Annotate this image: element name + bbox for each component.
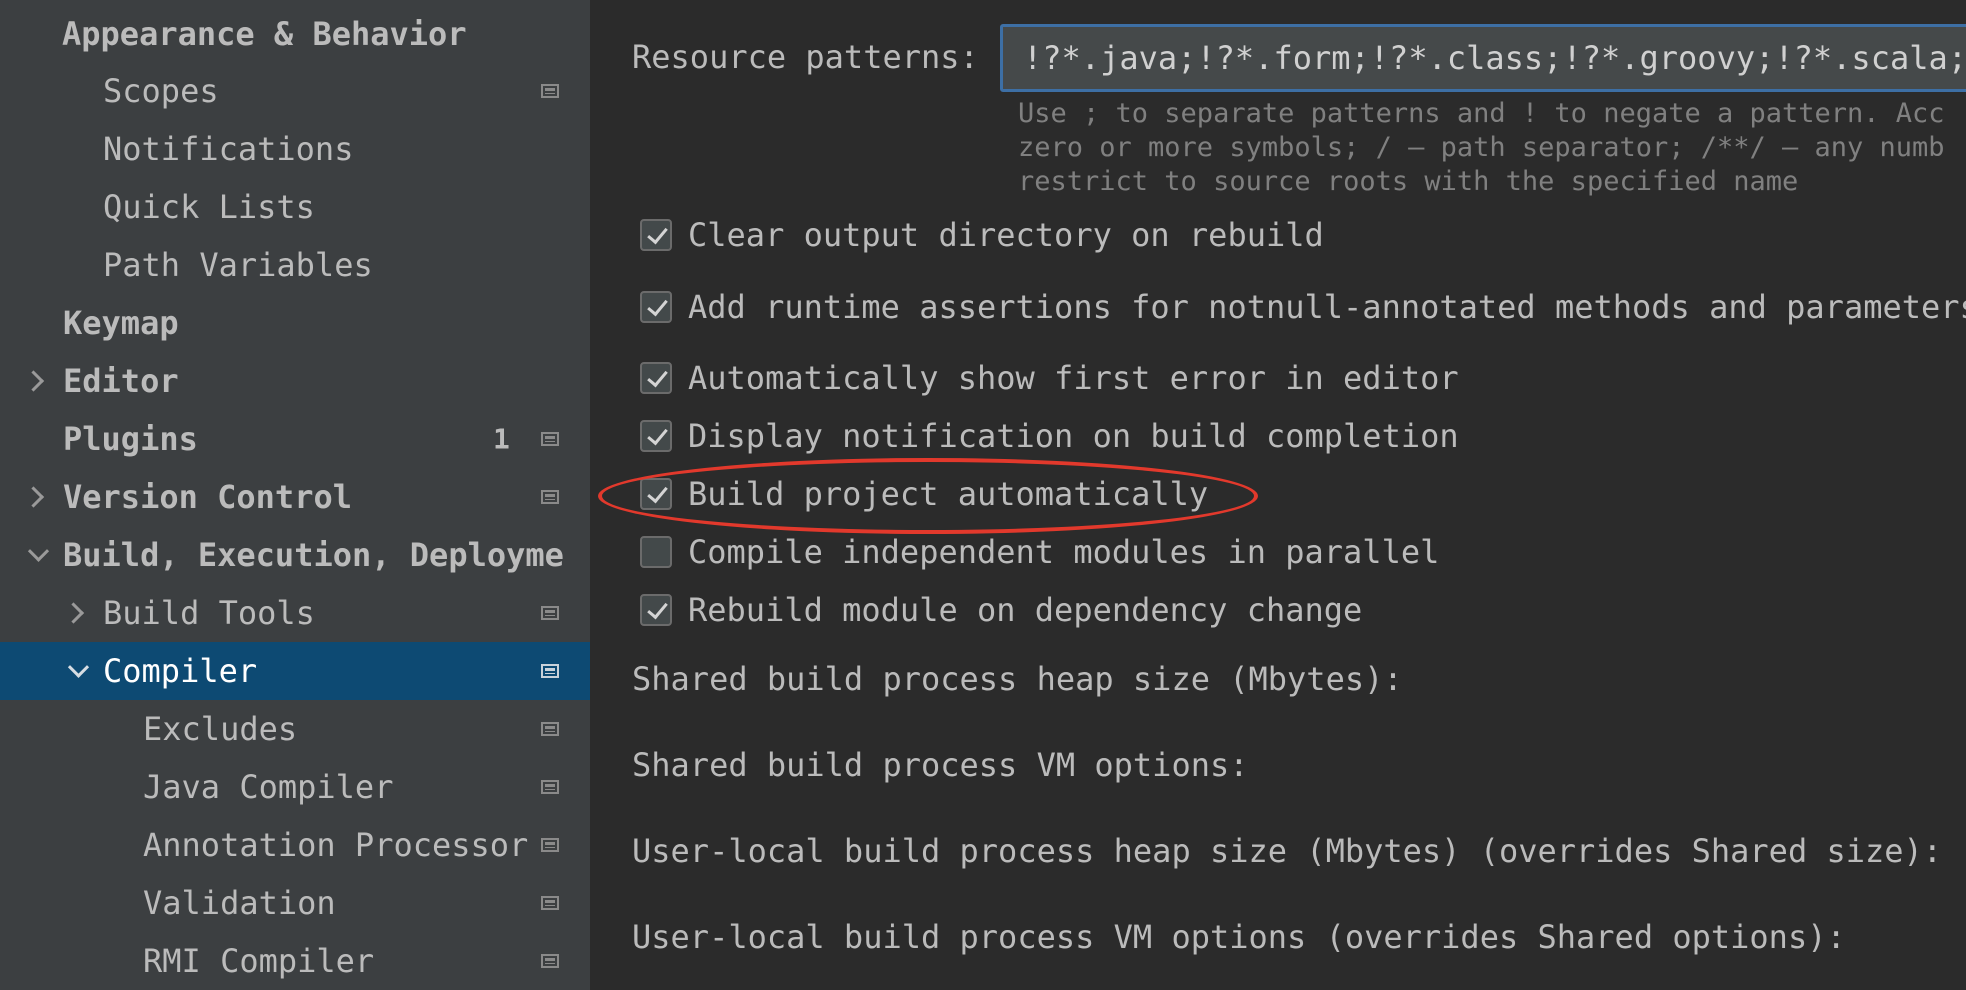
rebuild-on-dependency-change-checkbox[interactable] xyxy=(640,594,672,626)
show-first-error-option[interactable]: Automatically show first error in editor xyxy=(640,358,1459,398)
sidebar-item-build-tools[interactable]: Build Tools xyxy=(0,584,590,642)
sidebar-item-label: Build, Execution, Deployment xyxy=(63,536,565,574)
sidebar-item-label: Keymap xyxy=(63,304,179,342)
sidebar-item-appearance-behavior[interactable]: Appearance & Behavior xyxy=(0,5,590,63)
checkbox-label: Add runtime assertions for notnull-annot… xyxy=(688,288,1966,326)
plugins-update-count-badge: 1 xyxy=(493,422,510,456)
sidebar-item-editor[interactable]: Editor xyxy=(0,352,590,410)
sidebar-item-label: Path Variables xyxy=(103,246,373,284)
checkbox-label: Display notification on build completion xyxy=(688,417,1459,455)
settings-sidebar: Appearance & Behavior Scopes Notificatio… xyxy=(0,0,590,990)
sidebar-item-label: Notifications xyxy=(103,130,354,168)
sidebar-item-rmi-compiler[interactable]: RMI Compiler xyxy=(0,932,590,990)
runtime-assertions-checkbox[interactable] xyxy=(640,291,672,323)
build-completion-notification-option[interactable]: Display notification on build completion xyxy=(640,416,1459,456)
sidebar-item-quick-lists[interactable]: Quick Lists xyxy=(0,178,590,236)
chevron-down-icon[interactable] xyxy=(67,656,90,678)
sidebar-item-notifications[interactable]: Notifications xyxy=(0,120,590,178)
sidebar-item-label: Annotation Processors xyxy=(143,826,531,864)
checkbox-label: Build project automatically xyxy=(688,475,1209,513)
compile-in-parallel-option[interactable]: Compile independent modules in parallel xyxy=(640,532,1439,572)
project-level-icon xyxy=(541,490,559,504)
project-level-icon xyxy=(541,84,559,98)
project-level-icon xyxy=(541,722,559,736)
sidebar-item-label: Plugins xyxy=(63,420,198,458)
sidebar-item-label: Compiler xyxy=(103,652,258,690)
checkbox-label: Rebuild module on dependency change xyxy=(688,591,1363,629)
resource-patterns-label: Resource patterns: xyxy=(632,38,979,76)
resource-patterns-hint-line: restrict to source roots with the specif… xyxy=(1018,166,1799,197)
sidebar-item-excludes[interactable]: Excludes xyxy=(0,700,590,758)
build-project-automatically-option[interactable]: Build project automatically xyxy=(640,474,1208,514)
resource-patterns-hint-line: Use ; to separate patterns and ! to nega… xyxy=(1018,98,1945,129)
sidebar-item-label: Excludes xyxy=(143,710,298,748)
checkbox-label: Compile independent modules in parallel xyxy=(688,533,1440,571)
sidebar-item-version-control[interactable]: Version Control xyxy=(0,468,590,526)
project-level-icon xyxy=(541,664,559,678)
clear-output-directory-option[interactable]: Clear output directory on rebuild xyxy=(640,215,1324,255)
compiler-settings-panel: Resource patterns: !?*.java;!?*.form;!?*… xyxy=(590,0,1966,990)
sidebar-item-build-execution-deployment[interactable]: Build, Execution, Deployment xyxy=(0,526,590,584)
shared-vm-options-label: Shared build process VM options: xyxy=(632,746,1249,784)
project-level-icon xyxy=(541,896,559,910)
project-level-icon xyxy=(541,954,559,968)
chevron-right-icon[interactable] xyxy=(22,486,45,508)
rebuild-on-dependency-change-option[interactable]: Rebuild module on dependency change xyxy=(640,590,1362,630)
chevron-down-icon[interactable] xyxy=(27,540,50,562)
project-level-icon xyxy=(541,838,559,852)
chevron-right-icon[interactable] xyxy=(62,602,85,624)
sidebar-item-keymap[interactable]: Keymap xyxy=(0,294,590,352)
sidebar-item-compiler[interactable]: Compiler xyxy=(0,642,590,700)
resource-patterns-hint-line: zero or more symbols; / — path separator… xyxy=(1018,132,1945,163)
shared-heap-size-label: Shared build process heap size (Mbytes): xyxy=(632,660,1403,698)
sidebar-item-label: Validation xyxy=(143,884,336,922)
project-level-icon xyxy=(541,606,559,620)
sidebar-item-label: Java Compiler xyxy=(143,768,394,806)
sidebar-item-label: Build Tools xyxy=(103,594,315,632)
sidebar-item-label: Editor xyxy=(63,362,179,400)
sidebar-item-plugins[interactable]: Plugins 1 xyxy=(0,410,590,468)
sidebar-item-path-variables[interactable]: Path Variables xyxy=(0,236,590,294)
resource-patterns-input[interactable]: !?*.java;!?*.form;!?*.class;!?*.groovy;!… xyxy=(1000,24,1966,92)
user-local-vm-options-label: User-local build process VM options (ove… xyxy=(632,918,1846,956)
show-first-error-checkbox[interactable] xyxy=(640,362,672,394)
sidebar-item-label: Quick Lists xyxy=(103,188,315,226)
clear-output-directory-checkbox[interactable] xyxy=(640,219,672,251)
build-completion-notification-checkbox[interactable] xyxy=(640,420,672,452)
sidebar-item-annotation-processors[interactable]: Annotation Processors xyxy=(0,816,590,874)
sidebar-item-label: Appearance & Behavior xyxy=(62,15,467,53)
sidebar-item-label: Scopes xyxy=(103,72,219,110)
checkbox-label: Automatically show first error in editor xyxy=(688,359,1459,397)
project-level-icon xyxy=(541,780,559,794)
checkbox-label: Clear output directory on rebuild xyxy=(688,216,1324,254)
build-project-automatically-checkbox[interactable] xyxy=(640,478,672,510)
project-level-icon xyxy=(541,432,559,446)
sidebar-item-label: Version Control xyxy=(63,478,352,516)
user-local-heap-size-label: User-local build process heap size (Mbyt… xyxy=(632,832,1943,870)
sidebar-item-label: RMI Compiler xyxy=(143,942,375,980)
compile-in-parallel-checkbox[interactable] xyxy=(640,536,672,568)
sidebar-item-scopes[interactable]: Scopes xyxy=(0,62,590,120)
runtime-assertions-option[interactable]: Add runtime assertions for notnull-annot… xyxy=(640,287,1966,327)
sidebar-item-java-compiler[interactable]: Java Compiler xyxy=(0,758,590,816)
sidebar-item-validation[interactable]: Validation xyxy=(0,874,590,932)
chevron-right-icon[interactable] xyxy=(22,370,45,392)
